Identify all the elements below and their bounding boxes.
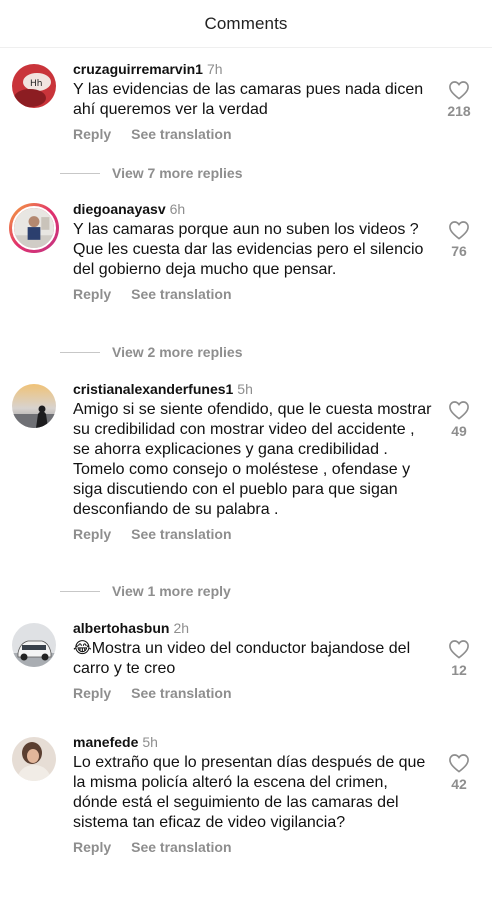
reply-button[interactable]: Reply <box>73 837 111 857</box>
reply-button[interactable]: Reply <box>73 524 111 544</box>
comment-actions: Reply See translation <box>73 683 435 703</box>
avatar[interactable]: Hh <box>12 64 56 108</box>
heart-icon[interactable] <box>448 753 470 773</box>
comment-meta: cruzaguirremarvin1 7h <box>73 60 435 78</box>
comment-text: Y las camaras porque aun no suben los vi… <box>73 221 424 278</box>
see-translation-button[interactable]: See translation <box>131 124 231 144</box>
see-translation-button[interactable]: See translation <box>131 683 231 703</box>
timestamp: 2h <box>173 620 190 636</box>
comment-meta: diegoanayasv 6h <box>73 200 435 218</box>
reply-button[interactable]: Reply <box>73 124 111 144</box>
like-count: 42 <box>451 776 467 792</box>
like-count: 12 <box>451 662 467 678</box>
comment-meta: manefede 5h <box>73 733 435 751</box>
avatar[interactable] <box>12 623 56 667</box>
timestamp: 5h <box>237 381 253 397</box>
comment-actions: Reply See translation <box>73 284 435 304</box>
comment-text: 😂Mostra un video del conductor bajandose… <box>73 640 411 677</box>
username[interactable]: diegoanayasv <box>73 201 166 217</box>
heart-icon[interactable] <box>448 639 470 659</box>
comment-meta: albertohasbun 2h <box>73 619 435 637</box>
divider <box>60 351 100 353</box>
comment-text: Amigo si se siente ofendido, que le cues… <box>73 401 432 518</box>
view-replies-label: View 1 more reply <box>112 583 231 599</box>
comment-text: Y las evidencias de las camaras pues nad… <box>73 81 424 118</box>
comment-meta: cristianalexanderfunes1 5h <box>73 380 435 398</box>
heart-icon[interactable] <box>448 220 470 240</box>
timestamp: 7h <box>206 61 223 77</box>
reply-button[interactable]: Reply <box>73 284 111 304</box>
like-count: 218 <box>447 103 471 119</box>
comment-actions: Reply See translation <box>73 837 435 857</box>
view-replies-button[interactable]: View 2 more replies <box>60 344 242 360</box>
like-control: 12 <box>444 639 474 678</box>
avatar[interactable] <box>12 384 56 428</box>
svg-text:Hh: Hh <box>30 79 42 89</box>
divider <box>60 172 100 174</box>
like-control: 218 <box>444 80 474 119</box>
comment-actions: Reply See translation <box>73 124 435 144</box>
view-replies-label: View 2 more replies <box>112 344 243 360</box>
avatar[interactable] <box>12 737 56 781</box>
page-title: Comments <box>204 13 288 33</box>
see-translation-button[interactable]: See translation <box>131 284 231 304</box>
divider <box>60 590 100 592</box>
avatar[interactable] <box>9 203 59 253</box>
like-control: 76 <box>444 220 474 259</box>
view-replies-button[interactable]: View 1 more reply <box>60 583 231 599</box>
comment-actions: Reply See translation <box>73 524 435 544</box>
like-count: 49 <box>451 423 467 439</box>
see-translation-button[interactable]: See translation <box>131 524 231 544</box>
heart-icon[interactable] <box>448 400 470 420</box>
comment-text: Lo extraño que lo presentan días después… <box>73 754 426 831</box>
like-control: 42 <box>444 753 474 792</box>
reply-button[interactable]: Reply <box>73 683 111 703</box>
like-count: 76 <box>451 243 467 259</box>
username[interactable]: manefede <box>73 734 138 750</box>
comments-header: Comments <box>0 0 492 48</box>
heart-icon[interactable] <box>448 80 470 100</box>
like-control: 49 <box>444 400 474 439</box>
view-replies-label: View 7 more replies <box>112 165 243 181</box>
username[interactable]: cristianalexanderfunes1 <box>73 381 233 397</box>
username[interactable]: cruzaguirremarvin1 <box>73 61 203 77</box>
see-translation-button[interactable]: See translation <box>131 837 231 857</box>
view-replies-button[interactable]: View 7 more replies <box>60 165 242 181</box>
username[interactable]: albertohasbun <box>73 620 169 636</box>
timestamp: 6h <box>169 201 186 217</box>
timestamp: 5h <box>142 734 158 750</box>
